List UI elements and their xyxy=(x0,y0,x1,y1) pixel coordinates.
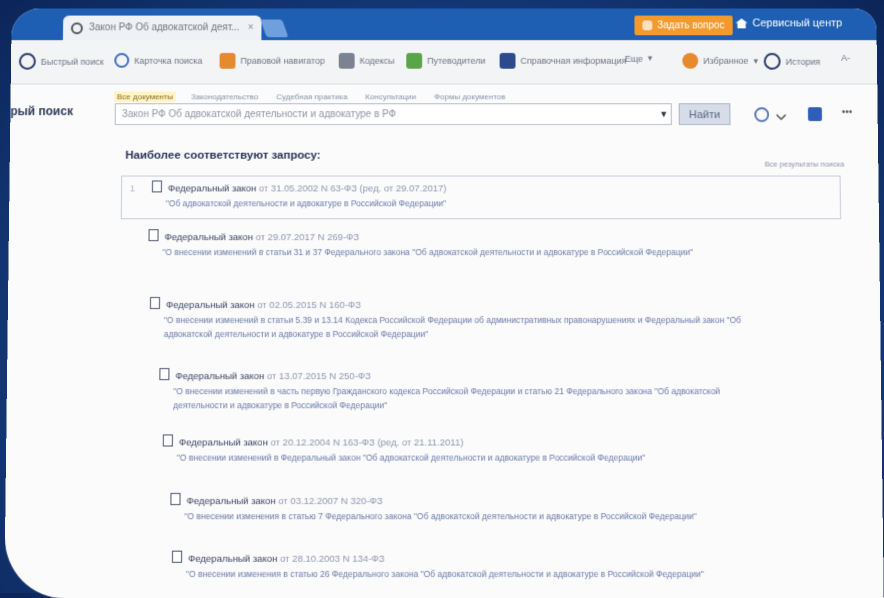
ask-question-label: Задать вопрос xyxy=(657,20,724,31)
search-icon xyxy=(19,53,36,70)
result-kind: Федеральный закон xyxy=(186,496,275,507)
chevron-down-icon: ▾ xyxy=(753,55,758,66)
result-meta: от 28.10.2003 N 134-ФЗ xyxy=(277,554,384,565)
result-meta: от 13.07.2015 N 250-ФЗ xyxy=(264,371,371,382)
result-description: "О внесении изменения в статью 26 Федера… xyxy=(172,567,757,581)
result-kind: Федеральный закон xyxy=(175,371,264,382)
search-history-dropdown[interactable]: ▼ xyxy=(655,103,673,125)
toolbar-label: Кодексы xyxy=(360,56,395,66)
toolbar-font-size[interactable]: A- xyxy=(841,53,850,63)
result-kind: Федеральный закон xyxy=(168,183,256,194)
tab-consultations[interactable]: Консультации xyxy=(362,91,419,102)
document-icon xyxy=(149,229,159,241)
result-item[interactable]: 1 Федеральный закон от 31.05.2002 N 63-Ф… xyxy=(121,176,841,220)
document-icon xyxy=(170,493,180,505)
tab-document-forms[interactable]: Формы документов xyxy=(431,91,508,102)
chevron-down-icon: ▼ xyxy=(659,109,668,119)
result-kind: Федеральный закон xyxy=(166,300,255,311)
toolbar-label: A- xyxy=(841,53,850,63)
result-description: "О внесении изменения в статью 7 Федерал… xyxy=(170,509,764,523)
browser-tab[interactable]: Закон РФ Об адвокатской деят... × xyxy=(63,16,262,41)
word-export-icon[interactable] xyxy=(808,107,822,121)
tab-court-practice[interactable]: Судебная практика xyxy=(273,91,350,102)
result-item[interactable]: Федеральный закон от 29.07.2017 N 269-ФЗ… xyxy=(148,229,767,259)
home-icon xyxy=(736,19,748,29)
toolbar-more[interactable]: Еще ▾ xyxy=(625,53,653,64)
chevron-down-icon[interactable] xyxy=(776,110,787,121)
codes-icon xyxy=(339,53,355,69)
result-item[interactable]: Федеральный закон от 28.10.2003 N 134-ФЗ… xyxy=(172,551,757,581)
results-heading: Наиболее соответствуют запросу: xyxy=(125,150,320,162)
new-tab-button[interactable] xyxy=(260,19,288,37)
history-icon xyxy=(764,53,781,70)
service-center-label: Сервисный центр xyxy=(752,18,842,30)
all-results-link[interactable]: Все результаты поиска xyxy=(765,160,845,169)
toolbar-label: Еще xyxy=(625,53,643,63)
document-icon xyxy=(172,551,182,563)
tab-legislation[interactable]: Законодательство xyxy=(188,91,261,102)
result-item[interactable]: Федеральный закон от 02.05.2015 N 160-ФЗ… xyxy=(150,297,771,341)
browser-tab-strip: Закон РФ Об адвокатской деят... × Задать… xyxy=(11,9,876,40)
navigator-icon xyxy=(220,53,236,69)
reference-icon xyxy=(500,53,516,69)
result-description: "О внесении изменений в часть первую Гра… xyxy=(159,384,771,412)
toolbar-label: Путеводители xyxy=(427,56,485,66)
result-meta: от 29.07.2017 N 269-ФЗ xyxy=(253,232,359,243)
result-item[interactable]: Федеральный закон от 03.12.2007 N 320-ФЗ… xyxy=(170,493,764,523)
toolbar-history[interactable]: История xyxy=(764,53,821,70)
result-description: "О внесении изменений в статьи 5.39 и 13… xyxy=(150,313,771,341)
result-description: "О внесении изменений в Федеральный зако… xyxy=(163,451,766,465)
quick-search-title: рый поиск xyxy=(10,104,73,118)
document-icon xyxy=(150,297,160,309)
toolbar-search-card[interactable]: Карточка поиска xyxy=(114,53,202,68)
ask-question-button[interactable]: Задать вопрос xyxy=(634,16,732,36)
tab-all-documents[interactable]: Все документы xyxy=(114,91,176,102)
toolbar-label: Справочная информация xyxy=(520,56,626,66)
document-icon xyxy=(163,434,173,446)
toolbar-label: Быстрый поиск xyxy=(41,56,104,66)
result-meta: от 31.05.2002 N 63-ФЗ (ред. от 29.07.201… xyxy=(256,183,446,194)
search-input[interactable]: Закон РФ Об адвокатской деятельности и а… xyxy=(115,103,672,125)
result-meta: от 03.12.2007 N 320-ФЗ xyxy=(276,496,383,507)
result-kind: Федеральный закон xyxy=(164,232,253,243)
result-number: 1 xyxy=(130,181,135,195)
result-description: "Об адвокатской деятельности и адвокатур… xyxy=(152,196,832,210)
chevron-down-icon: ▾ xyxy=(648,53,653,64)
service-center-link[interactable]: Сервисный центр xyxy=(736,18,843,30)
monitor-screen: Закон РФ Об адвокатской деят... × Задать… xyxy=(4,9,884,598)
toolbar-guides[interactable]: Путеводители xyxy=(406,53,485,69)
main-toolbar: Быстрый поиск Карточка поиска Правовой н… xyxy=(11,40,878,84)
toolbar-label: История xyxy=(786,56,821,66)
card-icon xyxy=(114,53,129,68)
toolbar-label: Правовой навигатор xyxy=(240,56,325,66)
print-icon[interactable] xyxy=(754,107,769,122)
find-button[interactable]: Найти xyxy=(679,103,731,125)
result-description: "О внесении изменений в статьи 31 и 37 Ф… xyxy=(148,245,767,259)
tab-title: Закон РФ Об адвокатской деят... xyxy=(89,22,240,33)
result-meta: от 02.05.2015 N 160-ФЗ xyxy=(255,300,361,311)
toolbar-label: Карточка поиска xyxy=(134,55,202,65)
toolbar-reference[interactable]: Справочная информация xyxy=(500,53,627,69)
document-icon xyxy=(159,368,169,380)
search-favicon-icon xyxy=(71,22,83,34)
toolbar-label: Избранное xyxy=(703,56,748,66)
result-kind: Федеральный закон xyxy=(179,437,268,448)
result-item[interactable]: Федеральный закон от 20.12.2004 N 163-ФЗ… xyxy=(163,434,766,464)
result-item[interactable]: Федеральный закон от 13.07.2015 N 250-ФЗ… xyxy=(159,368,771,412)
question-icon xyxy=(642,20,652,30)
result-kind: Федеральный закон xyxy=(188,554,277,565)
favorites-icon xyxy=(682,53,698,69)
close-icon[interactable]: × xyxy=(248,22,254,33)
search-scope-tabs: Все документы Законодательство Судебная … xyxy=(114,91,508,102)
guides-icon xyxy=(406,53,422,69)
toolbar-favorites[interactable]: Избранное ▾ xyxy=(682,53,758,69)
toolbar-codes[interactable]: Кодексы xyxy=(339,53,395,69)
more-icon[interactable]: ••• xyxy=(842,107,853,121)
toolbar-legal-navigator[interactable]: Правовой навигатор xyxy=(220,53,325,69)
toolbar-quick-search[interactable]: Быстрый поиск xyxy=(19,53,104,70)
document-icon xyxy=(152,180,162,192)
result-meta: от 20.12.2004 N 163-ФЗ (ред. от 21.11.20… xyxy=(268,437,464,448)
